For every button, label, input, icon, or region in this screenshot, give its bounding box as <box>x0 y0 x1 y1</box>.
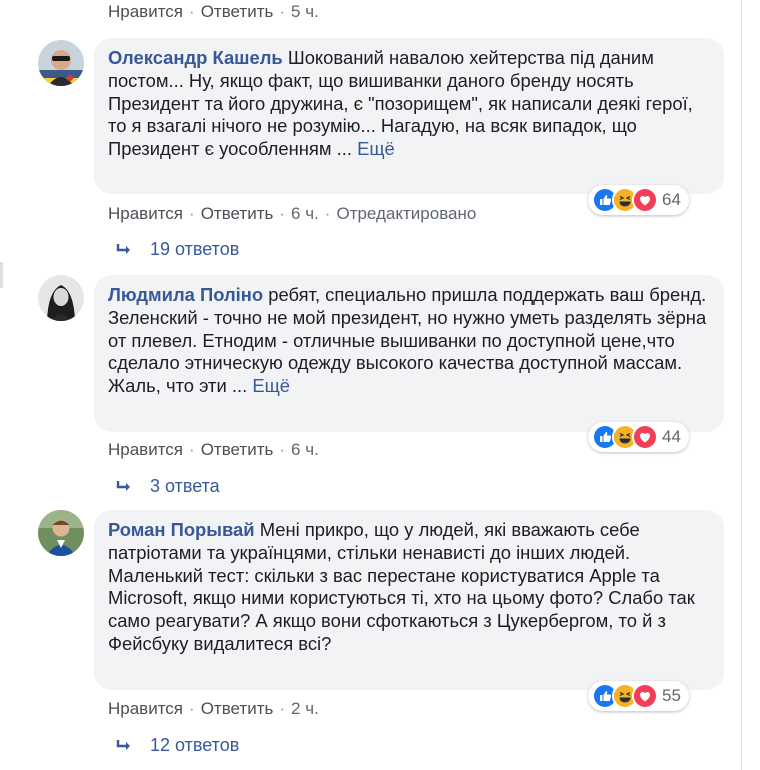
separator-dot: · <box>279 699 286 718</box>
comment-actions: Нравится · Ответить · 6 ч. · Отредактировано <box>108 204 476 224</box>
reply-arrow-icon <box>116 739 130 750</box>
reactions-summary[interactable]: 44 <box>588 422 689 452</box>
separator-dot: · <box>189 699 195 718</box>
feed-left-edge <box>0 262 3 288</box>
reactions-summary[interactable]: 55 <box>588 681 689 711</box>
separator-dot: · <box>279 440 286 459</box>
comment-time[interactable]: 6 ч. <box>291 204 319 223</box>
edited-label[interactable]: Отредактировано <box>336 204 476 223</box>
reply-arrow-icon <box>116 243 130 254</box>
like-link[interactable]: Нравится <box>108 2 183 21</box>
like-link[interactable]: Нравится <box>108 440 183 459</box>
avatar[interactable] <box>38 275 84 321</box>
comment-bubble: Людмила Поліно ребят, специально пришла … <box>94 275 724 432</box>
comment-time[interactable]: 2 ч. <box>291 699 319 718</box>
comment-bubble: Роман Порывай Мені прикро, що у людей, я… <box>94 510 724 690</box>
replies-count: 19 ответов <box>150 239 240 259</box>
avatar[interactable] <box>38 40 84 86</box>
reactions-summary[interactable]: 64 <box>588 185 689 215</box>
view-replies-link[interactable]: 12 ответов <box>116 735 239 756</box>
separator-dot: · <box>279 2 286 21</box>
avatar[interactable] <box>38 510 84 556</box>
comment-time[interactable]: 5 ч. <box>291 2 319 21</box>
reaction-count: 44 <box>662 427 681 446</box>
like-link[interactable]: Нравится <box>108 204 183 223</box>
separator-dot: · <box>189 2 195 21</box>
feed-right-border <box>741 0 742 770</box>
comment-time[interactable]: 6 ч. <box>291 440 319 459</box>
reaction-count: 64 <box>662 190 681 209</box>
separator-dot: · <box>189 440 195 459</box>
replies-count: 12 ответов <box>150 735 240 755</box>
see-more-link[interactable]: Ещё <box>357 138 395 159</box>
view-replies-link[interactable]: 3 ответа <box>116 476 220 497</box>
comment-bubble: Олександр Кашель Шокований навалою хейте… <box>94 38 724 194</box>
comment-author[interactable]: Олександр Кашель <box>108 47 283 68</box>
replies-count: 3 ответа <box>150 476 220 496</box>
previous-comment-actions: Нравится · Ответить · 5 ч. <box>108 2 319 22</box>
comment-actions: Нравится · Ответить · 2 ч. <box>108 699 319 719</box>
love-reaction-icon <box>632 424 658 450</box>
see-more-link[interactable]: Ещё <box>252 375 290 396</box>
reply-arrow-icon <box>116 480 130 491</box>
reply-link[interactable]: Ответить <box>201 699 274 718</box>
comment-author[interactable]: Людмила Поліно <box>108 284 263 305</box>
separator-dot: · <box>324 204 331 223</box>
separator-dot: · <box>189 204 195 223</box>
like-link[interactable]: Нравится <box>108 699 183 718</box>
reply-link[interactable]: Ответить <box>201 2 274 21</box>
view-replies-link[interactable]: 19 ответов <box>116 239 239 260</box>
comment-author[interactable]: Роман Порывай <box>108 519 255 540</box>
reply-link[interactable]: Ответить <box>201 440 274 459</box>
love-reaction-icon <box>632 187 658 213</box>
separator-dot: · <box>279 204 286 223</box>
love-reaction-icon <box>632 683 658 709</box>
reaction-count: 55 <box>662 686 681 705</box>
comment-actions: Нравится · Ответить · 6 ч. <box>108 440 319 460</box>
reply-link[interactable]: Ответить <box>201 204 274 223</box>
